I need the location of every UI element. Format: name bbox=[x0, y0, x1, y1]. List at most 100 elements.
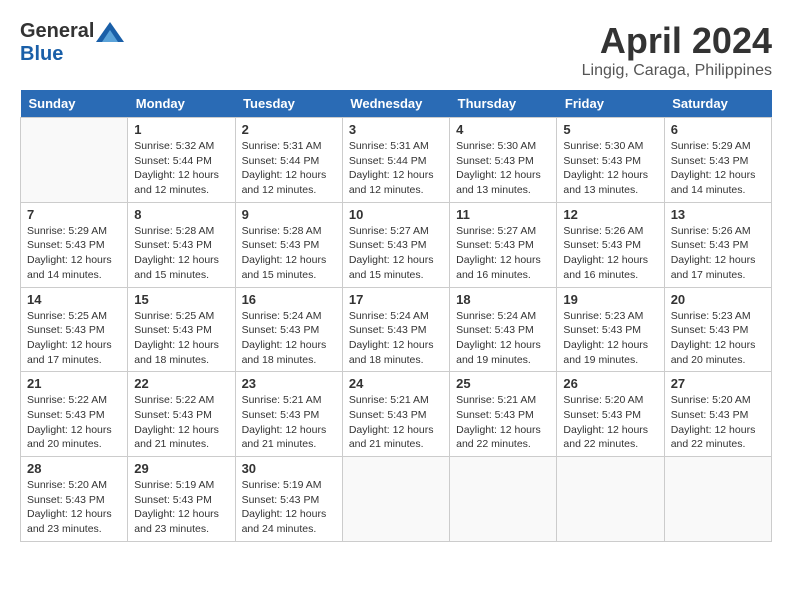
calendar-cell: 20Sunrise: 5:23 AMSunset: 5:43 PMDayligh… bbox=[664, 287, 771, 372]
day-info: Sunrise: 5:28 AMSunset: 5:43 PMDaylight:… bbox=[134, 224, 228, 283]
day-info: Sunrise: 5:26 AMSunset: 5:43 PMDaylight:… bbox=[563, 224, 657, 283]
day-info: Sunrise: 5:23 AMSunset: 5:43 PMDaylight:… bbox=[671, 309, 765, 368]
calendar-cell: 21 Sunrise: 5:22 AMSunset: 5:43 PMDayligh… bbox=[21, 372, 128, 457]
day-info: Sunrise: 5:31 AMSunset: 5:44 PMDaylight:… bbox=[242, 139, 336, 198]
day-number: 30 bbox=[242, 461, 336, 476]
calendar-cell: 25 Sunrise: 5:21 AMSunset: 5:43 PMDayligh… bbox=[450, 372, 557, 457]
calendar-cell: 8 Sunrise: 5:28 AMSunset: 5:43 PMDaylight… bbox=[128, 202, 235, 287]
day-number: 2 bbox=[242, 122, 336, 137]
logo-icon bbox=[96, 22, 124, 42]
calendar-cell: 6Sunrise: 5:29 AMSunset: 5:43 PMDaylight… bbox=[664, 118, 771, 203]
day-info: Sunrise: 5:27 AMSunset: 5:43 PMDaylight:… bbox=[349, 224, 443, 283]
calendar-week-row: 7Sunrise: 5:29 AMSunset: 5:43 PMDaylight… bbox=[21, 202, 772, 287]
calendar-day-header: Tuesday bbox=[235, 90, 342, 118]
calendar-table: SundayMondayTuesdayWednesdayThursdayFrid… bbox=[20, 90, 772, 542]
calendar-cell: 17Sunrise: 5:24 AMSunset: 5:43 PMDayligh… bbox=[342, 287, 449, 372]
day-number: 14 bbox=[27, 292, 121, 307]
logo-blue-text: Blue bbox=[20, 43, 63, 66]
day-info: Sunrise: 5:26 AMSunset: 5:43 PMDaylight:… bbox=[671, 224, 765, 283]
calendar-cell: 3 Sunrise: 5:31 AMSunset: 5:44 PMDaylight… bbox=[342, 118, 449, 203]
day-number: 5 bbox=[563, 122, 657, 137]
day-info: Sunrise: 5:19 AMSunset: 5:43 PMDaylight:… bbox=[134, 478, 228, 537]
calendar-day-header: Thursday bbox=[450, 90, 557, 118]
calendar-week-row: 1 Sunrise: 5:32 AMSunset: 5:44 PMDaylight… bbox=[21, 118, 772, 203]
calendar-cell bbox=[557, 457, 664, 542]
day-number: 18 bbox=[456, 292, 550, 307]
day-info: Sunrise: 5:23 AMSunset: 5:43 PMDaylight:… bbox=[563, 309, 657, 368]
day-info: Sunrise: 5:22 AMSunset: 5:43 PMDaylight:… bbox=[27, 393, 121, 452]
calendar-cell: 11 Sunrise: 5:27 AMSunset: 5:43 PMDayligh… bbox=[450, 202, 557, 287]
title-section: April 2024 Lingig, Caraga, Philippines bbox=[582, 20, 772, 80]
calendar-cell: 13 Sunrise: 5:26 AMSunset: 5:43 PMDayligh… bbox=[664, 202, 771, 287]
day-number: 8 bbox=[134, 207, 228, 222]
day-info: Sunrise: 5:25 AMSunset: 5:43 PMDaylight:… bbox=[134, 309, 228, 368]
calendar-cell: 4 Sunrise: 5:30 AMSunset: 5:43 PMDaylight… bbox=[450, 118, 557, 203]
calendar-cell bbox=[450, 457, 557, 542]
day-number: 21 bbox=[27, 376, 121, 391]
calendar-cell: 22 Sunrise: 5:22 AMSunset: 5:43 PMDayligh… bbox=[128, 372, 235, 457]
calendar-cell: 26 Sunrise: 5:20 AMSunset: 5:43 PMDayligh… bbox=[557, 372, 664, 457]
day-info: Sunrise: 5:30 AMSunset: 5:43 PMDaylight:… bbox=[563, 139, 657, 198]
calendar-week-row: 21 Sunrise: 5:22 AMSunset: 5:43 PMDayligh… bbox=[21, 372, 772, 457]
calendar-cell: 1 Sunrise: 5:32 AMSunset: 5:44 PMDaylight… bbox=[128, 118, 235, 203]
day-number: 3 bbox=[349, 122, 443, 137]
day-number: 10 bbox=[349, 207, 443, 222]
calendar-header-row: SundayMondayTuesdayWednesdayThursdayFrid… bbox=[21, 90, 772, 118]
calendar-cell bbox=[21, 118, 128, 203]
calendar-cell: 2 Sunrise: 5:31 AMSunset: 5:44 PMDaylight… bbox=[235, 118, 342, 203]
day-number: 9 bbox=[242, 207, 336, 222]
day-info: Sunrise: 5:24 AMSunset: 5:43 PMDaylight:… bbox=[242, 309, 336, 368]
calendar-day-header: Friday bbox=[557, 90, 664, 118]
day-number: 26 bbox=[563, 376, 657, 391]
day-info: Sunrise: 5:19 AMSunset: 5:43 PMDaylight:… bbox=[242, 478, 336, 537]
day-number: 25 bbox=[456, 376, 550, 391]
calendar-cell: 10 Sunrise: 5:27 AMSunset: 5:43 PMDayligh… bbox=[342, 202, 449, 287]
day-info: Sunrise: 5:28 AMSunset: 5:43 PMDaylight:… bbox=[242, 224, 336, 283]
calendar-week-row: 14 Sunrise: 5:25 AMSunset: 5:43 PMDayligh… bbox=[21, 287, 772, 372]
day-number: 13 bbox=[671, 207, 765, 222]
day-number: 22 bbox=[134, 376, 228, 391]
calendar-cell: 24 Sunrise: 5:21 AMSunset: 5:43 PMDayligh… bbox=[342, 372, 449, 457]
day-number: 6 bbox=[671, 122, 765, 137]
day-number: 1 bbox=[134, 122, 228, 137]
day-info: Sunrise: 5:20 AMSunset: 5:43 PMDaylight:… bbox=[27, 478, 121, 537]
calendar-cell: 29 Sunrise: 5:19 AMSunset: 5:43 PMDayligh… bbox=[128, 457, 235, 542]
calendar-day-header: Wednesday bbox=[342, 90, 449, 118]
day-info: Sunrise: 5:24 AMSunset: 5:43 PMDaylight:… bbox=[456, 309, 550, 368]
day-info: Sunrise: 5:22 AMSunset: 5:43 PMDaylight:… bbox=[134, 393, 228, 452]
calendar-cell: 5 Sunrise: 5:30 AMSunset: 5:43 PMDaylight… bbox=[557, 118, 664, 203]
calendar-cell: 12Sunrise: 5:26 AMSunset: 5:43 PMDayligh… bbox=[557, 202, 664, 287]
day-number: 4 bbox=[456, 122, 550, 137]
day-info: Sunrise: 5:31 AMSunset: 5:44 PMDaylight:… bbox=[349, 139, 443, 198]
day-info: Sunrise: 5:21 AMSunset: 5:43 PMDaylight:… bbox=[349, 393, 443, 452]
day-number: 29 bbox=[134, 461, 228, 476]
calendar-cell bbox=[342, 457, 449, 542]
calendar-cell bbox=[664, 457, 771, 542]
month-title: April 2024 bbox=[582, 20, 772, 62]
day-number: 24 bbox=[349, 376, 443, 391]
calendar-cell: 9 Sunrise: 5:28 AMSunset: 5:43 PMDaylight… bbox=[235, 202, 342, 287]
day-info: Sunrise: 5:21 AMSunset: 5:43 PMDaylight:… bbox=[456, 393, 550, 452]
day-number: 17 bbox=[349, 292, 443, 307]
location-text: Lingig, Caraga, Philippines bbox=[582, 62, 772, 80]
day-info: Sunrise: 5:20 AMSunset: 5:43 PMDaylight:… bbox=[671, 393, 765, 452]
day-number: 16 bbox=[242, 292, 336, 307]
day-number: 11 bbox=[456, 207, 550, 222]
day-number: 23 bbox=[242, 376, 336, 391]
calendar-cell: 7Sunrise: 5:29 AMSunset: 5:43 PMDaylight… bbox=[21, 202, 128, 287]
calendar-week-row: 28Sunrise: 5:20 AMSunset: 5:43 PMDayligh… bbox=[21, 457, 772, 542]
calendar-cell: 19Sunrise: 5:23 AMSunset: 5:43 PMDayligh… bbox=[557, 287, 664, 372]
calendar-cell: 23Sunrise: 5:21 AMSunset: 5:43 PMDayligh… bbox=[235, 372, 342, 457]
calendar-day-header: Sunday bbox=[21, 90, 128, 118]
day-info: Sunrise: 5:20 AMSunset: 5:43 PMDaylight:… bbox=[563, 393, 657, 452]
calendar-day-header: Monday bbox=[128, 90, 235, 118]
calendar-cell: 16 Sunrise: 5:24 AMSunset: 5:43 PMDayligh… bbox=[235, 287, 342, 372]
day-info: Sunrise: 5:29 AMSunset: 5:43 PMDaylight:… bbox=[27, 224, 121, 283]
day-number: 27 bbox=[671, 376, 765, 391]
calendar-day-header: Saturday bbox=[664, 90, 771, 118]
day-info: Sunrise: 5:27 AMSunset: 5:43 PMDaylight:… bbox=[456, 224, 550, 283]
calendar-cell: 15Sunrise: 5:25 AMSunset: 5:43 PMDayligh… bbox=[128, 287, 235, 372]
day-info: Sunrise: 5:32 AMSunset: 5:44 PMDaylight:… bbox=[134, 139, 228, 198]
page-header: General Blue April 2024 Lingig, Caraga, … bbox=[20, 20, 772, 80]
day-info: Sunrise: 5:30 AMSunset: 5:43 PMDaylight:… bbox=[456, 139, 550, 198]
